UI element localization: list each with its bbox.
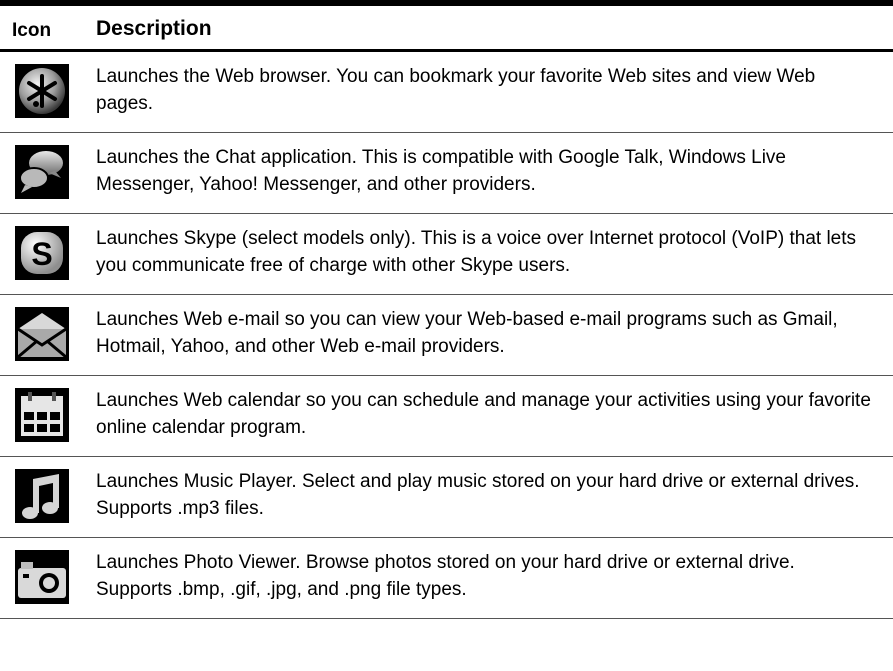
table-row-chat: Launches the Chat application. This is c… bbox=[0, 133, 893, 214]
row-description: Launches Web e-mail so you can view your… bbox=[96, 309, 838, 357]
table-row-music-player: Launches Music Player. Select and play m… bbox=[0, 457, 893, 538]
table-row-skype: S Launches Skype (select models only). T… bbox=[0, 214, 893, 295]
chat-icon bbox=[15, 145, 69, 199]
row-description: Launches Skype (select models only). Thi… bbox=[96, 228, 857, 276]
row-description: Launches Music Player. Select and play m… bbox=[96, 471, 860, 519]
header-description-column: Description bbox=[96, 17, 212, 40]
row-description: Launches Web calendar so you can schedul… bbox=[96, 390, 871, 438]
web-calendar-icon bbox=[15, 388, 69, 442]
photo-viewer-icon bbox=[15, 550, 69, 604]
table-row-web-email: Launches Web e-mail so you can view your… bbox=[0, 295, 893, 376]
skype-icon: S bbox=[15, 226, 69, 280]
music-player-icon bbox=[15, 469, 69, 523]
row-description: Launches the Chat application. This is c… bbox=[96, 147, 787, 195]
header-icon-column: Icon bbox=[12, 20, 52, 41]
table-header: Icon Description bbox=[0, 6, 893, 52]
table-row-web-calendar: Launches Web calendar so you can schedul… bbox=[0, 376, 893, 457]
table-row-web-browser: Launches the Web browser. You can bookma… bbox=[0, 52, 893, 133]
row-description: Launches the Web browser. You can bookma… bbox=[96, 66, 816, 114]
row-divider bbox=[0, 618, 893, 619]
svg-text:S: S bbox=[31, 236, 52, 272]
row-description: Launches Photo Viewer. Browse photos sto… bbox=[96, 552, 795, 600]
table-row-photo-viewer: Launches Photo Viewer. Browse photos sto… bbox=[0, 538, 893, 619]
web-email-icon bbox=[15, 307, 69, 361]
web-browser-icon bbox=[15, 64, 69, 118]
